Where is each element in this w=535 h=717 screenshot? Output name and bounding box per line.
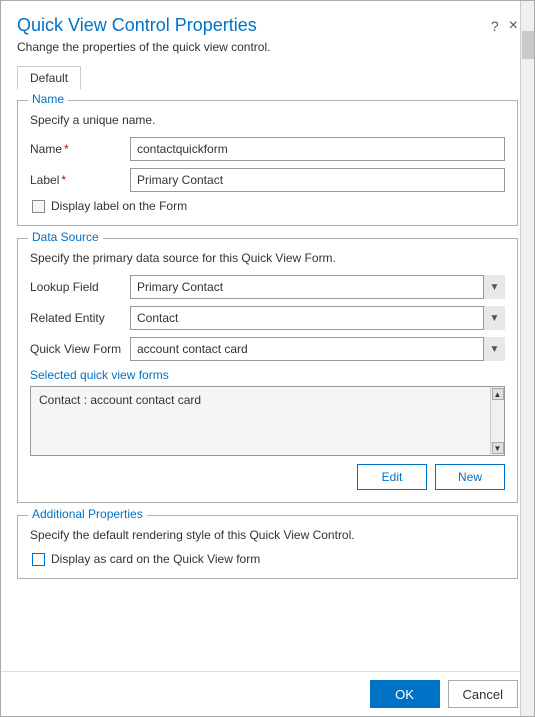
right-scrollbar: [520, 1, 534, 716]
related-entity-label: Related Entity: [30, 311, 130, 325]
label-required: *: [61, 173, 66, 187]
name-required: *: [64, 142, 69, 156]
name-label: Name*: [30, 142, 130, 156]
related-entity-select-wrapper: Contact ▼: [130, 306, 505, 330]
lookup-field-label: Lookup Field: [30, 280, 130, 294]
dialog-subtitle: Change the properties of the quick view …: [17, 40, 518, 54]
list-scrollbar: ▲ ▼: [490, 387, 504, 455]
quick-view-form-label: Quick View Form: [30, 342, 130, 356]
quick-view-form-row: Quick View Form account contact card ▼: [30, 337, 505, 361]
additional-properties-desc: Specify the default rendering style of t…: [30, 528, 505, 542]
display-card-label: Display as card on the Quick View form: [51, 552, 260, 566]
tab-default[interactable]: Default: [17, 66, 81, 90]
display-label-checkbox[interactable]: [32, 200, 45, 213]
lookup-field-select-wrapper: Primary Contact ▼: [130, 275, 505, 299]
name-field-row: Name*: [30, 137, 505, 161]
label-field-row: Label*: [30, 168, 505, 192]
related-entity-row: Related Entity Contact ▼: [30, 306, 505, 330]
cancel-button[interactable]: Cancel: [448, 680, 518, 708]
quick-view-form-select[interactable]: account contact card: [130, 337, 505, 361]
dialog-footer: OK Cancel: [1, 671, 534, 716]
edit-button[interactable]: Edit: [357, 464, 427, 490]
label-label: Label*: [30, 173, 130, 187]
name-section-legend: Name: [28, 92, 68, 106]
name-section: Name Specify a unique name. Name* Label*…: [17, 100, 518, 226]
list-item: Contact : account contact card: [35, 391, 488, 409]
data-source-legend: Data Source: [28, 230, 103, 244]
quick-view-form-select-wrapper: account contact card ▼: [130, 337, 505, 361]
display-label-checkbox-label: Display label on the Form: [51, 199, 187, 213]
label-input[interactable]: [130, 168, 505, 192]
selected-forms-label: Selected quick view forms: [30, 368, 505, 382]
additional-properties-legend: Additional Properties: [28, 507, 147, 521]
display-card-checkbox-row: Display as card on the Quick View form: [32, 552, 505, 566]
display-label-checkbox-row: Display label on the Form: [32, 199, 505, 213]
new-button[interactable]: New: [435, 464, 505, 490]
dialog-title-icons: ? ×: [491, 17, 518, 35]
list-scroll-up-icon[interactable]: ▲: [492, 388, 504, 400]
related-entity-select[interactable]: Contact: [130, 306, 505, 330]
scrollbar-thumb[interactable]: [522, 31, 534, 59]
help-icon[interactable]: ?: [491, 18, 499, 34]
lookup-field-select[interactable]: Primary Contact: [130, 275, 505, 299]
list-scroll-down-icon[interactable]: ▼: [492, 442, 504, 454]
additional-properties-section: Additional Properties Specify the defaul…: [17, 515, 518, 579]
display-card-checkbox[interactable]: [32, 553, 45, 566]
name-input[interactable]: [130, 137, 505, 161]
selected-forms-list: Contact : account contact card ▲ ▼: [30, 386, 505, 456]
name-section-desc: Specify a unique name.: [30, 113, 505, 127]
data-source-desc: Specify the primary data source for this…: [30, 251, 505, 265]
dialog-header: Quick View Control Properties ? × Change…: [1, 1, 534, 62]
action-buttons: Edit New: [30, 464, 505, 490]
dialog-body: Default Name Specify a unique name. Name…: [1, 62, 534, 671]
data-source-section: Data Source Specify the primary data sou…: [17, 238, 518, 503]
dialog-title: Quick View Control Properties: [17, 15, 257, 36]
quick-view-dialog: Quick View Control Properties ? × Change…: [0, 0, 535, 717]
close-icon[interactable]: ×: [509, 17, 518, 35]
ok-button[interactable]: OK: [370, 680, 440, 708]
tab-bar: Default: [17, 66, 518, 90]
lookup-field-row: Lookup Field Primary Contact ▼: [30, 275, 505, 299]
